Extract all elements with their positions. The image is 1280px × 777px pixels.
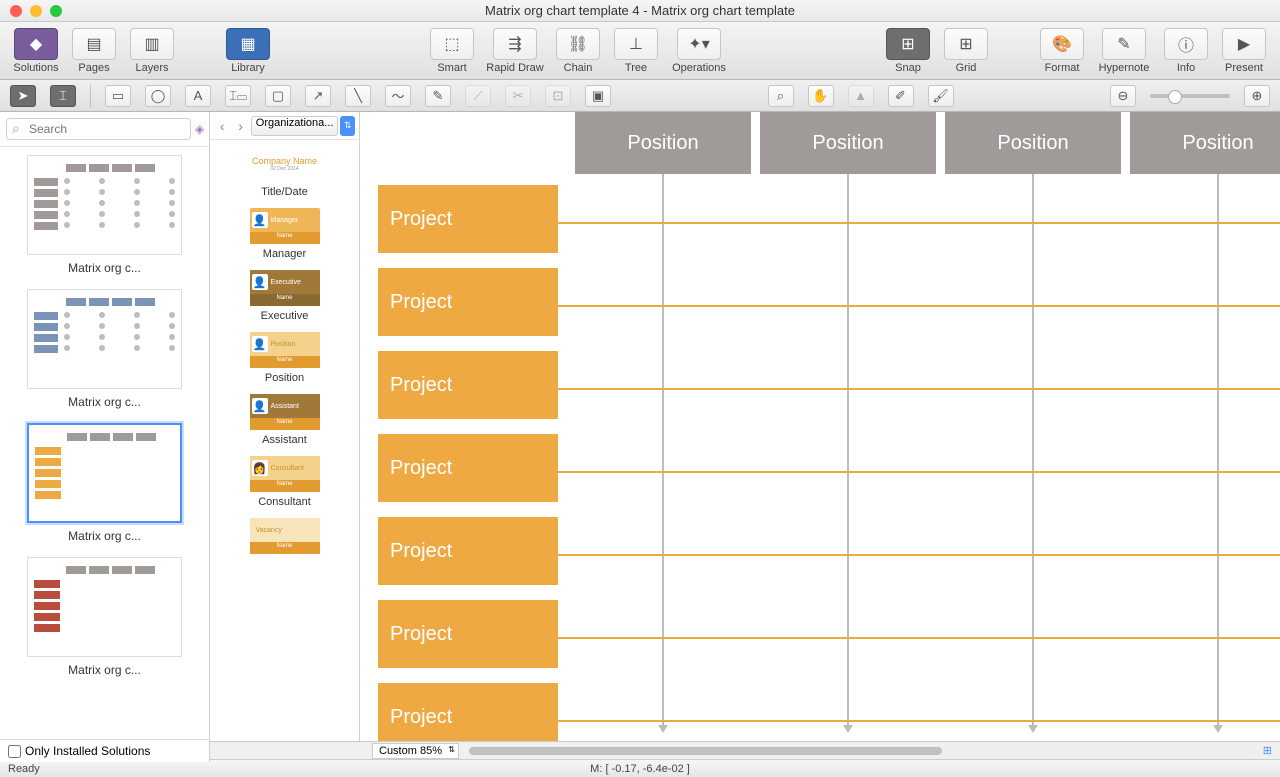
template-item[interactable]: Matrix org c... xyxy=(8,557,201,677)
library-shape-manager[interactable]: 👤ManagerName Manager xyxy=(216,208,353,260)
library-panel: ‹ › Organizationa... ⇅ Company Name02 De… xyxy=(210,112,360,741)
templates-sidebar: ◈ Matrix org c... Matrix org c... Matrix… xyxy=(0,112,210,741)
snap-button[interactable]: ⊞Snap xyxy=(880,26,936,74)
chain-button[interactable]: ⛓Chain xyxy=(550,26,606,74)
tree-button[interactable]: ⊥Tree xyxy=(608,26,664,74)
pan-tool[interactable]: ✋ xyxy=(808,85,834,107)
crop-tool[interactable]: ⊡ xyxy=(545,85,571,107)
project-box[interactable]: Project xyxy=(378,351,558,419)
library-back-button[interactable]: ‹ xyxy=(214,117,230,135)
library-forward-button[interactable]: › xyxy=(232,117,248,135)
template-label: Matrix org c... xyxy=(8,529,201,543)
status-coords: M: [ -0.17, -6.4e-02 ] xyxy=(0,763,1280,775)
edit-points-tool[interactable]: ⟋ xyxy=(465,85,491,107)
hypernote-button[interactable]: ✎Hypernote xyxy=(1092,26,1156,74)
eyedropper-tool[interactable]: ✐ xyxy=(888,85,914,107)
library-shape-title-date[interactable]: Company Name02 Dec 2014 Title/Date xyxy=(216,146,353,198)
canvas[interactable]: Position Position Position Position Proj… xyxy=(360,112,1280,741)
solutions-button[interactable]: ◆Solutions xyxy=(8,26,64,74)
pointer-tool[interactable]: ➤ xyxy=(10,85,36,107)
search-input[interactable] xyxy=(6,118,191,140)
template-item[interactable]: Matrix org c... xyxy=(8,423,201,543)
rectangle-tool[interactable]: ▭ xyxy=(105,85,131,107)
rapid-draw-button[interactable]: ⇶Rapid Draw xyxy=(482,26,548,74)
zoom-slider[interactable] xyxy=(1150,94,1230,98)
template-label: Matrix org c... xyxy=(8,261,201,275)
library-shape-assistant[interactable]: 👤AssistantName Assistant xyxy=(216,394,353,446)
arrow-tool[interactable]: ↗ xyxy=(305,85,331,107)
template-item[interactable]: Matrix org c... xyxy=(8,155,201,275)
template-list: Matrix org c... Matrix org c... Matrix o… xyxy=(0,147,209,741)
curve-tool[interactable]: 〜 xyxy=(385,85,411,107)
present-button[interactable]: ▶Present xyxy=(1216,26,1272,74)
library-button[interactable]: ▦Library xyxy=(220,26,276,74)
project-box[interactable]: Project xyxy=(378,185,558,253)
project-box[interactable]: Project xyxy=(378,517,558,585)
project-box[interactable]: Project xyxy=(378,600,558,668)
library-shape-consultant[interactable]: 👩ConsultantName Consultant xyxy=(216,456,353,508)
zoom-in-button[interactable]: ⊕ xyxy=(1244,85,1270,107)
only-installed-checkbox[interactable]: Only Installed Solutions xyxy=(0,739,210,762)
scissors-tool[interactable]: ✂ xyxy=(505,85,531,107)
stamp-tool[interactable]: ▲ xyxy=(848,85,874,107)
filter-icon[interactable]: ◈ xyxy=(195,122,204,136)
pages-button[interactable]: ▤Pages xyxy=(66,26,122,74)
position-header[interactable]: Position xyxy=(760,112,936,174)
main-area: ◈ Matrix org c... Matrix org c... Matrix… xyxy=(0,112,1280,741)
template-item[interactable]: Matrix org c... xyxy=(8,289,201,409)
format-button[interactable]: 🎨Format xyxy=(1034,26,1090,74)
fit-icon[interactable]: ⊞ xyxy=(1263,744,1272,757)
template-label: Matrix org c... xyxy=(8,663,201,677)
brush-tool[interactable]: 🖌 xyxy=(928,85,954,107)
horizontal-scrollbar[interactable] xyxy=(467,746,1255,756)
project-box[interactable]: Project xyxy=(378,268,558,336)
ellipse-tool[interactable]: ◯ xyxy=(145,85,171,107)
callout-tool[interactable]: ▢ xyxy=(265,85,291,107)
main-toolbar: ◆Solutions ▤Pages ▥Layers ▦Library ⬚Smar… xyxy=(0,22,1280,80)
project-box[interactable]: Project xyxy=(378,434,558,502)
smart-button[interactable]: ⬚Smart xyxy=(424,26,480,74)
library-shape-executive[interactable]: 👤ExecutiveName Executive xyxy=(216,270,353,322)
textbox-tool[interactable]: ⌶▭ xyxy=(225,85,251,107)
library-dropdown[interactable]: Organizationa... xyxy=(251,116,339,136)
pen-tool[interactable]: ✎ xyxy=(425,85,451,107)
shape-toolbar: ➤ ⌶ ▭ ◯ A ⌶▭ ▢ ↗ ╲ 〜 ✎ ⟋ ✂ ⊡ ▣ ⌕ ✋ ▲ ✐ 🖌… xyxy=(0,80,1280,112)
operations-button[interactable]: ✦▾Operations xyxy=(666,26,732,74)
titlebar: Matrix org chart template 4 - Matrix org… xyxy=(0,0,1280,22)
zoom-tool[interactable]: ⌕ xyxy=(768,85,794,107)
only-installed-input[interactable] xyxy=(8,745,21,758)
window-title: Matrix org chart template 4 - Matrix org… xyxy=(0,3,1280,18)
image-tool[interactable]: ▣ xyxy=(585,85,611,107)
text-tool[interactable]: A xyxy=(185,85,211,107)
position-header[interactable]: Position xyxy=(945,112,1121,174)
info-button[interactable]: ⓘInfo xyxy=(1158,26,1214,74)
position-header[interactable]: Position xyxy=(1130,112,1280,174)
zoom-dropdown[interactable]: Custom 85%⇅ xyxy=(372,743,459,759)
text-select-tool[interactable]: ⌶ xyxy=(50,85,76,107)
zoom-out-button[interactable]: ⊖ xyxy=(1110,85,1136,107)
status-bar: Ready M: [ -0.17, -6.4e-02 ] xyxy=(0,759,1280,777)
position-header[interactable]: Position xyxy=(575,112,751,174)
library-shape-vacancy[interactable]: VacancyName xyxy=(216,518,353,554)
zoom-row: Only Installed Solutions Custom 85%⇅ ⊞ xyxy=(0,741,1280,759)
layers-button[interactable]: ▥Layers xyxy=(124,26,180,74)
library-dropdown-arrows[interactable]: ⇅ xyxy=(340,116,355,136)
project-box[interactable]: Project xyxy=(378,683,558,741)
library-shape-position[interactable]: 👤PositionName Position xyxy=(216,332,353,384)
template-label: Matrix org c... xyxy=(8,395,201,409)
line-tool[interactable]: ╲ xyxy=(345,85,371,107)
grid-button[interactable]: ⊞Grid xyxy=(938,26,994,74)
